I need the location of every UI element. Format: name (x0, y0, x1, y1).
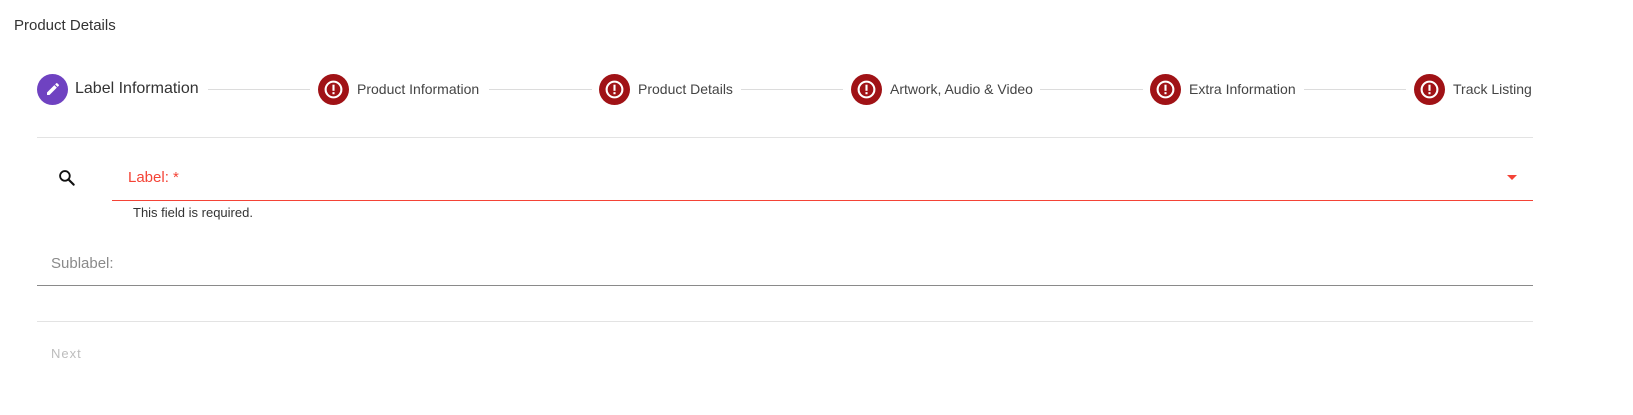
stepper-divider (37, 137, 1533, 138)
step-label: Product Information (357, 81, 480, 97)
step-label: Label Information (75, 80, 199, 97)
step-label: Extra Information (1189, 81, 1296, 97)
sublabel-input[interactable] (51, 252, 1511, 274)
step-artwork-audio-video[interactable]: Artwork, Audio & Video (851, 72, 1033, 106)
next-button[interactable]: Next (37, 340, 97, 366)
step-connector (489, 89, 592, 90)
label-select[interactable]: Label: * (112, 158, 1533, 201)
error-icon (1414, 73, 1445, 105)
caret-down-icon[interactable] (1507, 175, 1517, 180)
error-icon (318, 73, 349, 105)
step-connector (741, 89, 843, 90)
step-extra-information[interactable]: Extra Information (1150, 72, 1296, 106)
step-track-listing[interactable]: Track Listing (1414, 72, 1532, 106)
step-connector (208, 89, 310, 90)
step-product-information[interactable]: Product Information (318, 72, 479, 106)
error-icon (851, 73, 882, 105)
step-label: Track Listing (1453, 81, 1532, 97)
error-icon (599, 73, 630, 105)
step-product-details[interactable]: Product Details (599, 72, 733, 106)
label-field-label: Label: * (128, 169, 179, 186)
actions-divider (37, 321, 1533, 322)
stepper: Label Information Product Information Pr… (37, 72, 1533, 106)
step-label-information[interactable]: Label Information (37, 72, 199, 106)
search-icon (57, 168, 77, 188)
error-icon (1150, 73, 1181, 105)
page-title: Product Details (14, 17, 116, 34)
label-error-message: This field is required. (133, 205, 253, 220)
step-connector (1304, 89, 1406, 90)
step-label: Product Details (638, 81, 733, 97)
step-label: Artwork, Audio & Video (890, 81, 1033, 97)
pencil-icon (37, 73, 68, 105)
sublabel-field[interactable] (37, 240, 1533, 286)
step-connector (1040, 89, 1143, 90)
